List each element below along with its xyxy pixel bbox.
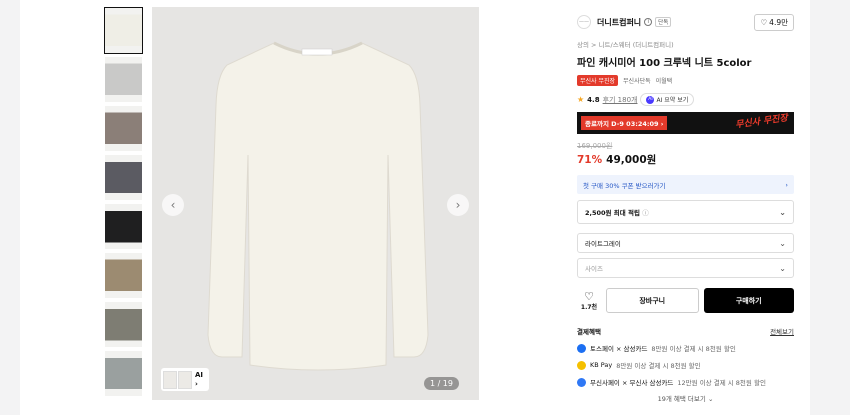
brand-exclusive-tag: 단독: [655, 17, 672, 27]
thumbnail-8[interactable]: [104, 350, 143, 397]
benefit-name: KB Pay: [590, 361, 613, 369]
product-title: 파인 캐시미어 100 크루넥 니트 5color: [577, 58, 752, 69]
thumbnail-image: [105, 351, 142, 396]
payment-benefit-item: 토스페이 × 삼성카드 8만원 이상 결제 시 8천원 할인: [577, 343, 794, 353]
color-select[interactable]: 라이트그레이 ⌄: [577, 233, 794, 253]
product-tags: 무신사 무진장 무신사단독 이월택: [577, 75, 794, 86]
discount-rate: 71%: [577, 154, 603, 166]
page: ‹ › AI › 1 / 19 —— 더니트컴퍼니 i 단독 ♡ 4.9만 상의 …: [0, 0, 850, 415]
add-to-cart-button[interactable]: 장바구니: [606, 288, 699, 313]
benefit-detail: 8만원 이상 결제 시 8천원 할인: [651, 345, 736, 353]
image-counter: 1 / 19: [423, 377, 459, 390]
tag-musinsa-sale: 무신사 무진장: [577, 75, 619, 86]
product-info-panel: —— 더니트컴퍼니 i 단독 ♡ 4.9만 상의 > 니트/스웨터 (더니트컴퍼…: [577, 12, 794, 403]
ai-icon: AI: [646, 95, 655, 104]
benefit-name: 무신사페이 × 무신사 삼성카드: [590, 379, 674, 387]
chevron-down-icon: ⌄: [779, 263, 786, 273]
thumbnail-5[interactable]: [104, 203, 143, 250]
coupon-button[interactable]: 첫 구매 30% 쿠폰 받으러가기 ›: [577, 175, 794, 194]
color-select-value: 라이트그레이: [585, 240, 621, 248]
thumbnail-image: [105, 204, 142, 249]
size-select[interactable]: 사이즈 ⌄: [577, 258, 794, 278]
thumbnail-1[interactable]: [104, 7, 143, 54]
sweater-image: [207, 41, 429, 371]
ai-label: AI ›: [195, 370, 204, 388]
points-dropdown[interactable]: 2,500원 최대 적립 ⓘ ⌄: [577, 200, 794, 224]
thumbnail-6[interactable]: [104, 252, 143, 299]
thumbnail-image: [105, 253, 142, 298]
ai-mini-thumb: [163, 370, 177, 389]
chevron-right-icon: ›: [785, 180, 788, 189]
card-icon: [577, 377, 586, 387]
view-all-link[interactable]: 전체보기: [770, 326, 794, 336]
review-link[interactable]: 후기 180개: [603, 95, 638, 105]
price-row: 71% 49,000원: [577, 152, 794, 167]
thumbnail-image: [105, 57, 142, 102]
brand-like-count: 4.9만: [769, 17, 788, 27]
payment-benefit-item: 무신사페이 × 무신사 삼성카드 12만원 이상 결제 시 8천원 할인: [577, 377, 794, 387]
star-icon: ★: [577, 95, 585, 104]
chevron-down-icon: ⌄: [779, 207, 786, 217]
payment-benefits-title: 결제혜택: [577, 328, 601, 336]
brand-row: —— 더니트컴퍼니 i 단독 ♡ 4.9만: [577, 12, 794, 32]
product-like-count: 1.7천: [580, 303, 598, 311]
chevron-down-icon: ⌄: [779, 238, 786, 248]
benefit-detail: 8만원 이상 결제 시 8천원 할인: [616, 362, 701, 370]
thumbnail-3[interactable]: [104, 105, 143, 152]
brand-name[interactable]: 더니트컴퍼니: [597, 17, 641, 28]
size-select-placeholder: 사이즈: [585, 265, 603, 273]
payment-benefits-header: 결제혜택 전체보기: [577, 326, 794, 336]
thumbnail-image: [105, 8, 142, 53]
ai-mini-thumb: [178, 370, 192, 389]
original-price: 169,000원: [577, 142, 613, 150]
breadcrumb[interactable]: 상의 > 니트/스웨터 (더니트컴퍼니): [577, 39, 794, 49]
payment-benefit-item: KB Pay 8만원 이상 결제 시 8천원 할인: [577, 360, 794, 370]
heart-icon: ♡: [584, 289, 594, 303]
product-like-button[interactable]: ♡ 1.7천: [577, 291, 601, 311]
purchase-actions: ♡ 1.7천 장바구니 구매하기: [577, 288, 794, 313]
ai-fitting-card[interactable]: AI ›: [161, 368, 209, 391]
info-icon: ⓘ: [642, 209, 649, 217]
tag-exclusive: 무신사단독: [623, 78, 651, 85]
coupon-label: 첫 구매 30% 쿠폰 받으러가기: [583, 181, 666, 190]
brand-like-button[interactable]: ♡ 4.9만: [754, 13, 794, 31]
heart-icon: ♡: [760, 17, 768, 27]
buy-now-button[interactable]: 구매하기: [703, 288, 794, 313]
card-icon: [577, 360, 586, 370]
card-icon: [577, 343, 586, 353]
tag-shipping: 이월택: [655, 78, 673, 85]
info-icon[interactable]: i: [644, 18, 653, 26]
ai-summary-label: AI 요약 보기: [656, 97, 689, 104]
thumbnail-list: [104, 7, 144, 399]
thumbnail-2[interactable]: [104, 56, 143, 103]
prev-image-button[interactable]: ‹: [162, 194, 184, 216]
more-benefits-button[interactable]: 19개 혜택 더보기 ⌄: [577, 393, 794, 403]
thumbnail-image: [105, 106, 142, 151]
thumbnail-image: [105, 155, 142, 200]
countdown-timer: 종료까지 D-9 03:24:09 ›: [581, 116, 668, 130]
sale-price: 49,000원: [606, 154, 657, 166]
promo-event-logo: 무신사 무진장: [734, 113, 789, 131]
brand-logo[interactable]: ——: [577, 15, 591, 29]
next-image-button[interactable]: ›: [447, 194, 469, 216]
rating-row: ★ 4.8 후기 180개 AI AI 요약 보기: [577, 93, 794, 106]
ai-summary-button[interactable]: AI AI 요약 보기: [640, 93, 695, 106]
promo-banner[interactable]: 종료까지 D-9 03:24:09 › 무신사 무진장: [577, 112, 794, 134]
points-label: 2,500원 최대 적립 ⓘ: [585, 209, 649, 217]
benefit-name: 토스페이 × 삼성카드: [590, 345, 648, 353]
thumbnail-4[interactable]: [104, 154, 143, 201]
payment-benefit-list: 토스페이 × 삼성카드 8만원 이상 결제 시 8천원 할인 KB Pay 8만원 이…: [577, 343, 794, 387]
thumbnail-image: [105, 302, 142, 347]
benefit-detail: 12만원 이상 결제 시 8천원 할인: [677, 379, 766, 387]
thumbnail-7[interactable]: [104, 301, 143, 348]
main-product-image: ‹ › AI › 1 / 19: [152, 7, 479, 400]
rating-value: 4.8: [587, 95, 600, 104]
